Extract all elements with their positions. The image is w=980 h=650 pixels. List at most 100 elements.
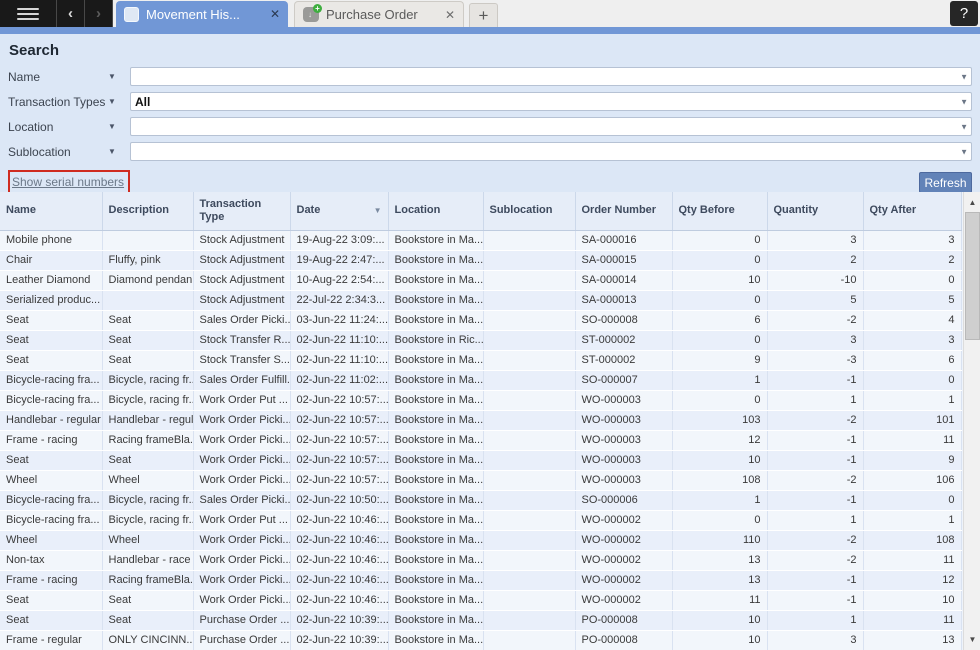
transaction-types-input[interactable]: All ▼ [130, 92, 972, 111]
scroll-up-icon[interactable]: ▲ [964, 194, 980, 211]
forward-button[interactable]: › [85, 0, 113, 27]
table-row[interactable]: WheelWheelWork Order Picki...02-Jun-22 1… [0, 470, 961, 490]
table-row[interactable]: Serialized produc...Stock Adjustment22-J… [0, 290, 961, 310]
column-header[interactable]: Description [102, 192, 193, 230]
table-cell: 108 [672, 470, 767, 490]
table-row[interactable]: SeatSeatWork Order Picki...02-Jun-22 10:… [0, 590, 961, 610]
table-cell: Sales Order Picki... [193, 310, 290, 330]
menu-button[interactable] [0, 0, 57, 27]
table-cell: Bicycle, racing fr... [102, 510, 193, 530]
table-row[interactable]: SeatSeatStock Transfer S...02-Jun-22 11:… [0, 350, 961, 370]
column-header[interactable]: Transaction Type [193, 192, 290, 230]
table-cell [483, 270, 575, 290]
table-cell: 0 [672, 510, 767, 530]
help-button[interactable]: ? [950, 1, 978, 26]
column-header[interactable]: Qty After [863, 192, 961, 230]
close-tab-icon[interactable]: ✕ [445, 8, 455, 22]
table-cell: 02-Jun-22 10:46:... [290, 590, 388, 610]
table-cell: Frame - regular [0, 630, 102, 650]
table-cell [483, 230, 575, 250]
document-icon [124, 7, 139, 22]
vertical-scrollbar[interactable]: ▲ ▼ [963, 192, 980, 650]
table-cell: Handlebar - race [102, 550, 193, 570]
scrollbar-thumb[interactable] [965, 212, 980, 340]
table-cell [483, 250, 575, 270]
column-header[interactable]: Qty Before [672, 192, 767, 230]
table-cell: Fluffy, pink [102, 250, 193, 270]
name-input[interactable]: ▼ [130, 67, 972, 86]
search-panel: Search Name ▼ ▼ Transaction Types ▼ All … [0, 34, 980, 192]
field-label: Sublocation [8, 145, 108, 159]
search-field-row: Sublocation ▼ ▼ [8, 139, 972, 164]
table-row[interactable]: Bicycle-racing fra...Bicycle, racing fr.… [0, 510, 961, 530]
field-dropdown-icon[interactable]: ▼ [108, 72, 130, 81]
chevron-down-icon[interactable]: ▼ [960, 147, 968, 156]
table-cell: 22-Jul-22 2:34:3... [290, 290, 388, 310]
table-cell: Frame - racing [0, 570, 102, 590]
table-row[interactable]: SeatSeatWork Order Picki...02-Jun-22 10:… [0, 450, 961, 470]
table-row[interactable]: Frame - regularONLY CINCINN...Purchase O… [0, 630, 961, 650]
table-cell: 11 [863, 610, 961, 630]
table-cell: Bookstore in Ma... [388, 290, 483, 310]
show-serial-numbers-link[interactable]: Show serial numbers [12, 175, 124, 189]
tab-purchase-order[interactable]: ↓ + Purchase Order ✕ [294, 1, 464, 27]
table-cell: Bookstore in Ma... [388, 310, 483, 330]
table-cell: Work Order Picki... [193, 570, 290, 590]
table-row[interactable]: Bicycle-racing fra...Bicycle, racing fr.… [0, 390, 961, 410]
table-row[interactable]: Bicycle-racing fra...Bicycle, racing fr.… [0, 370, 961, 390]
table-row[interactable]: Handlebar - regularHandlebar - regularWo… [0, 410, 961, 430]
field-dropdown-icon[interactable]: ▼ [108, 147, 130, 156]
table-cell: 1 [672, 490, 767, 510]
table-cell: 13 [863, 630, 961, 650]
table-row[interactable]: Non-taxHandlebar - raceWork Order Picki.… [0, 550, 961, 570]
table-row[interactable]: SeatSeatSales Order Picki...03-Jun-22 11… [0, 310, 961, 330]
table-cell: 2 [863, 250, 961, 270]
field-dropdown-icon[interactable]: ▼ [108, 97, 130, 106]
table-cell: SA-000015 [575, 250, 672, 270]
location-input[interactable]: ▼ [130, 117, 972, 136]
table-cell: 2 [767, 250, 863, 270]
sublocation-input[interactable]: ▼ [130, 142, 972, 161]
back-button[interactable]: ‹ [57, 0, 85, 27]
table-cell: Bookstore in Ma... [388, 550, 483, 570]
table-row[interactable]: ChairFluffy, pinkStock Adjustment19-Aug-… [0, 250, 961, 270]
refresh-button[interactable]: Refresh [919, 172, 972, 193]
table-cell: 0 [863, 490, 961, 510]
table-cell: Bookstore in Ma... [388, 350, 483, 370]
table-row[interactable]: Leather DiamondDiamond pendan...Stock Ad… [0, 270, 961, 290]
column-header[interactable]: Date▼ [290, 192, 388, 230]
table-cell: Diamond pendan... [102, 270, 193, 290]
new-tab-button[interactable]: + [469, 3, 498, 27]
table-cell [102, 290, 193, 310]
column-header[interactable]: Location [388, 192, 483, 230]
column-header[interactable]: Sublocation [483, 192, 575, 230]
close-tab-icon[interactable]: ✕ [270, 7, 280, 21]
field-label: Name [8, 70, 108, 84]
table-cell: Work Order Picki... [193, 590, 290, 610]
table-row[interactable]: Mobile phoneStock Adjustment19-Aug-22 3:… [0, 230, 961, 250]
table-cell: 103 [672, 410, 767, 430]
table-row[interactable]: Bicycle-racing fra...Bicycle, racing fr.… [0, 490, 961, 510]
table-cell: 1 [767, 510, 863, 530]
table-row[interactable]: Frame - racingRacing frameBla...Work Ord… [0, 570, 961, 590]
table-row[interactable]: SeatSeatStock Transfer R...02-Jun-22 11:… [0, 330, 961, 350]
table-cell: 02-Jun-22 10:46:... [290, 570, 388, 590]
tab-movement-history[interactable]: Movement His... ✕ [116, 1, 288, 27]
table-cell: Work Order Picki... [193, 450, 290, 470]
chevron-down-icon[interactable]: ▼ [960, 72, 968, 81]
scroll-down-icon[interactable]: ▼ [964, 631, 980, 648]
table-cell [483, 310, 575, 330]
field-dropdown-icon[interactable]: ▼ [108, 122, 130, 131]
chevron-down-icon[interactable]: ▼ [960, 97, 968, 106]
column-header[interactable]: Quantity [767, 192, 863, 230]
table-row[interactable]: SeatSeatPurchase Order ...02-Jun-22 10:3… [0, 610, 961, 630]
table-row[interactable]: WheelWheelWork Order Picki...02-Jun-22 1… [0, 530, 961, 550]
column-header[interactable]: Order Number [575, 192, 672, 230]
table-row[interactable]: Frame - racingRacing frameBla...Work Ord… [0, 430, 961, 450]
table-cell: 0 [672, 230, 767, 250]
table-cell: Frame - racing [0, 430, 102, 450]
table-cell [483, 550, 575, 570]
column-header[interactable]: Name [0, 192, 102, 230]
table-cell: 12 [863, 570, 961, 590]
chevron-down-icon[interactable]: ▼ [960, 122, 968, 131]
